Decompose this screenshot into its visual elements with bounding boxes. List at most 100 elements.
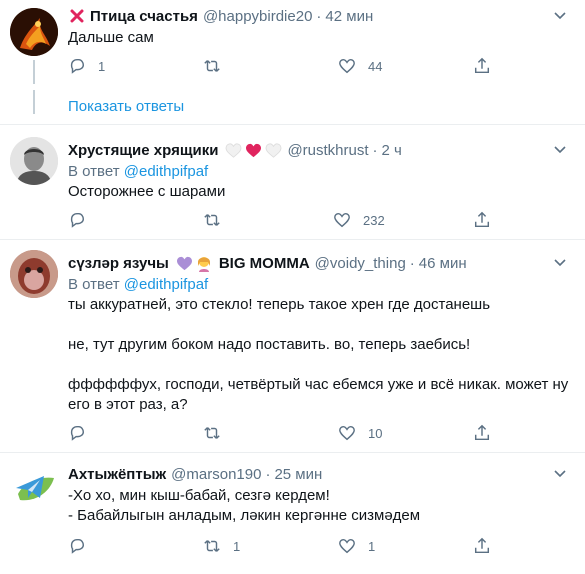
avatar[interactable] <box>10 464 58 512</box>
like-count: 10 <box>368 425 383 441</box>
tweet-header: Хрустящие хрящики @rustkhrust · 2 ч <box>68 140 571 160</box>
show-replies-link[interactable]: Показать ответы <box>68 98 184 115</box>
reply-button[interactable] <box>68 211 98 229</box>
reply-count: 1 <box>98 58 106 74</box>
purple-heart-icon <box>173 256 193 271</box>
white-heart-icon <box>266 142 282 158</box>
timestamp[interactable]: 25 мин <box>274 466 322 483</box>
reply-button[interactable] <box>68 537 98 555</box>
retweet-button[interactable] <box>203 57 233 75</box>
timestamp[interactable]: 46 мин <box>419 255 467 272</box>
replying-to-handle[interactable]: @edithpifpaf <box>124 276 208 293</box>
avatar-portrait-image <box>10 137 58 185</box>
user-name[interactable]: Хрустящие хрящики <box>68 142 218 159</box>
user-name[interactable]: Ахтыжёптыж <box>68 466 166 483</box>
heart-icon <box>339 58 355 74</box>
separator: · <box>372 141 378 159</box>
replying-to-handle[interactable]: @edithpifpaf <box>124 163 208 180</box>
tweet-text-line: Осторожнее с шарами <box>68 183 226 200</box>
chevron-down-icon <box>554 259 566 267</box>
tweet-text-line: - Бабайлыгын анладым, ләкин кергәнне сиз… <box>68 507 421 524</box>
chevron-down-icon <box>554 470 566 478</box>
retweet-icon <box>204 540 220 552</box>
tweet-text-line: не, тут другим боком надо поставить. во,… <box>68 336 471 353</box>
user-handle[interactable]: @happybirdie20 <box>203 8 312 25</box>
share-button[interactable] <box>473 57 491 75</box>
retweet-count: 1 <box>233 538 241 554</box>
red-heart-icon <box>246 143 262 157</box>
tweet-body: Птица счастья @happybirdie20 · 42 мин Да… <box>68 6 571 48</box>
tweet-text-line: Дальше сам <box>68 29 154 46</box>
action-bar: 1 44 <box>68 56 508 76</box>
tweet-body: сүзләр язучы BIG MOMMA @voidy_thing · 46… <box>68 253 571 415</box>
user-name[interactable]: Птица счастья <box>90 8 198 25</box>
avatar-phoenix-image <box>10 8 58 56</box>
more-button[interactable] <box>549 140 571 158</box>
user-handle[interactable]: @voidy_thing <box>315 255 406 272</box>
replying-to: В ответ @edithpifpaf <box>68 162 571 182</box>
more-button[interactable] <box>549 464 571 482</box>
reply-feed: Птица счастья @happybirdie20 · 42 мин Да… <box>0 0 585 574</box>
tweet-header: Птица счастья @happybirdie20 · 42 мин <box>68 6 571 26</box>
tweet-text: Дальше сам <box>68 28 571 48</box>
like-button[interactable]: 44 <box>338 57 382 75</box>
heart-icon <box>339 538 355 554</box>
reply-icon <box>70 538 85 554</box>
reply-button[interactable]: 1 <box>68 57 105 75</box>
heart-icon <box>334 212 350 228</box>
retweet-icon <box>204 427 220 439</box>
replying-to-label: В ответ <box>68 276 120 293</box>
share-icon <box>474 211 490 228</box>
like-button[interactable]: 232 <box>333 211 385 229</box>
retweet-icon <box>204 214 220 226</box>
thread-line-dots <box>33 90 35 114</box>
like-button[interactable]: 10 <box>338 424 382 442</box>
share-icon <box>474 424 490 441</box>
share-icon <box>474 537 490 554</box>
avatar-telegram-leaf-image <box>10 464 58 512</box>
more-button[interactable] <box>549 253 571 271</box>
like-count: 44 <box>368 58 383 74</box>
tweet[interactable]: Птица счастья @happybirdie20 · 42 мин Да… <box>0 0 585 125</box>
separator: · <box>316 7 322 25</box>
replying-to-label: В ответ <box>68 163 120 180</box>
more-button[interactable] <box>549 6 571 24</box>
user-name-suffix[interactable]: BIG MOMMA <box>219 255 310 272</box>
tweet-text: ты аккуратней, это стекло! теперь такое … <box>68 295 571 415</box>
tweet-text-line: -Хо хо, мин кыш-бабай, сезгә кердем! <box>68 487 330 504</box>
user-name[interactable]: сүзләр язучы <box>68 255 169 272</box>
woman-emoji-icon <box>195 254 213 272</box>
user-handle[interactable]: @rustkhrust <box>287 142 368 159</box>
tweet-body: Ахтыжёптыж @marson190 · 25 мин -Хо хо, м… <box>68 464 571 526</box>
reply-button[interactable] <box>68 424 98 442</box>
retweet-button[interactable] <box>203 424 233 442</box>
tweet-text-line: ты аккуратней, это стекло! теперь такое … <box>68 296 491 313</box>
like-button[interactable]: 1 <box>338 537 375 555</box>
tweet[interactable]: Хрустящие хрящики @rustkhrust · 2 ч В от… <box>0 126 585 240</box>
timestamp[interactable]: 42 мин <box>325 8 373 25</box>
reply-icon <box>70 425 85 441</box>
action-bar: 1 1 <box>68 536 508 556</box>
avatar[interactable] <box>10 250 58 298</box>
share-button[interactable] <box>473 211 491 229</box>
tweet-text: -Хо хо, мин кыш-бабай, сезгә кердем! - Б… <box>68 486 571 526</box>
share-icon <box>474 57 490 74</box>
tweet[interactable]: Ахтыжёптыж @marson190 · 25 мин -Хо хо, м… <box>0 454 585 574</box>
action-bar: 10 <box>68 423 508 443</box>
retweet-button[interactable]: 1 <box>203 537 240 555</box>
thread-line <box>33 60 35 84</box>
reply-icon <box>70 212 85 228</box>
tweet-text-line: ффффффух, господи, четвёртый час ебемся … <box>68 376 569 393</box>
reply-icon <box>70 58 85 74</box>
emoji-hearts <box>222 142 282 158</box>
share-button[interactable] <box>473 424 491 442</box>
user-handle[interactable]: @marson190 <box>171 466 261 483</box>
tweet[interactable]: сүзләр язучы BIG MOMMA @voidy_thing · 46… <box>0 241 585 453</box>
share-button[interactable] <box>473 537 491 555</box>
avatar[interactable] <box>10 137 58 185</box>
tweet-text: Осторожнее с шарами <box>68 182 571 202</box>
avatar[interactable] <box>10 8 58 56</box>
retweet-button[interactable] <box>203 211 233 229</box>
timestamp[interactable]: 2 ч <box>382 142 402 159</box>
separator: · <box>409 254 415 272</box>
